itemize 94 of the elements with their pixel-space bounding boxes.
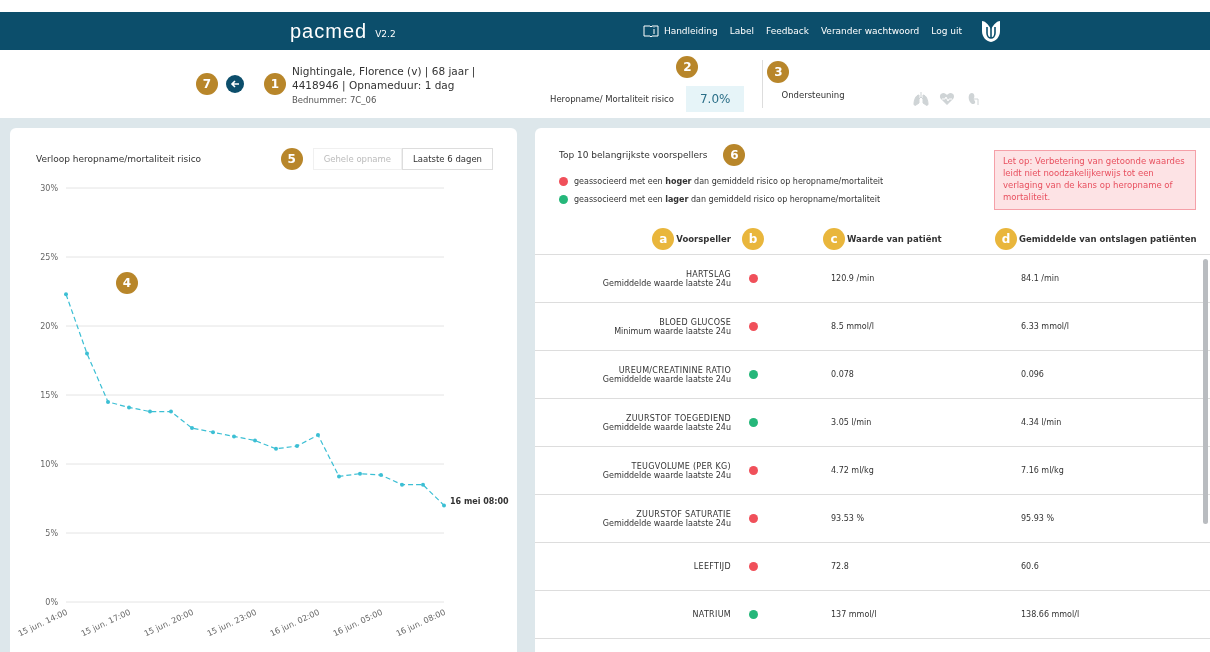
data-point	[400, 482, 404, 487]
column-header: Waarde van patiënt	[847, 234, 942, 244]
point-label: 16 mei 08:00	[450, 497, 509, 507]
predictor-name: NATRIUM	[692, 610, 731, 619]
warning-message: Let op: Verbetering van getoonde waardes leidt niet noodzakelijkerwijs tot een verlaging van de kans op heropname of mortaliteit.	[994, 150, 1196, 210]
table-cell-text: 137 mmol/l	[830, 610, 878, 619]
table-cell-text: 120.9 /min	[830, 274, 876, 283]
axis-label: 20%	[40, 322, 58, 331]
table-cell-text: 93.53 %	[830, 514, 866, 523]
table-cell-text: 0.096	[1020, 370, 1045, 379]
annotation-badge: d	[995, 228, 1017, 250]
data-point	[85, 351, 89, 356]
range-tab[interactable]: Laatste 6 dagen	[402, 148, 493, 170]
annotation-badge: 3	[767, 61, 790, 83]
axis-label: 5%	[45, 529, 58, 538]
bed-number: Bednummer: 7C_06	[292, 94, 378, 105]
risk-value: 7.0%	[685, 86, 745, 112]
data-point	[274, 446, 278, 451]
nav-link[interactable]: Label	[729, 26, 755, 36]
data-point	[295, 444, 299, 449]
data-point	[232, 434, 236, 439]
predictor-detail: Gemiddelde waarde laatste 24u	[602, 374, 731, 384]
column-header: Voorspeller	[676, 234, 731, 244]
scrollbar[interactable]	[1203, 259, 1208, 524]
data-point	[253, 438, 257, 443]
data-point	[211, 430, 215, 435]
nav-link[interactable]: Log uit	[931, 26, 962, 36]
back-button[interactable]	[226, 75, 244, 93]
axis-label: 10%	[40, 460, 58, 469]
data-point	[442, 503, 446, 508]
predictor-detail: Gemiddelde waarde laatste 24u	[602, 470, 731, 480]
predictor-name: ZUURSTOF SATURATIE	[636, 509, 731, 519]
annotation-badge: a	[652, 228, 675, 250]
table-cell-text: 8.5 mmol/l	[830, 322, 875, 331]
data-point	[169, 409, 173, 414]
data-point	[421, 482, 425, 487]
logo: pacmed	[290, 19, 368, 43]
support-label: Ondersteuning	[781, 90, 845, 100]
data-point	[316, 433, 320, 437]
data-point	[106, 399, 110, 404]
predictor-name: BLOED GLUCOSE	[659, 317, 731, 327]
table-cell-text: 95.93 %	[1020, 514, 1056, 523]
table-cell-text: 6.33 mmol/l	[1020, 322, 1070, 331]
axis-label: 25%	[40, 253, 58, 262]
table-cell-text: 138.66 mmol/l	[1020, 610, 1081, 619]
axis-label: 0%	[45, 598, 58, 607]
arrow-left-icon	[230, 79, 240, 89]
legend-text: geassocieerd met een lager dan gemiddeld risico op heropname/mortaliteit	[574, 195, 881, 204]
version-label: V2.2	[375, 29, 396, 39]
nav-link[interactable]: Handleiding	[642, 25, 718, 37]
table-cell-text: 72.8	[830, 562, 850, 571]
predictor-name: UREUM/CREATININE RATIO	[618, 365, 731, 375]
column-header: Gemiddelde van ontslagen patiënten	[1019, 234, 1197, 244]
legend-text: geassocieerd met een hoger dan gemiddeld risico op heropname/mortaliteit	[574, 177, 884, 186]
data-point	[358, 471, 362, 476]
axis-label: 30%	[40, 184, 58, 193]
data-point	[148, 409, 152, 414]
predictor-name: TEUGVOLUME (PER KG)	[631, 461, 731, 471]
predictor-name: LEEFTIJD	[693, 562, 731, 571]
table-cell-text: 0.078	[830, 370, 855, 379]
card-title: Verloop heropname/mortaliteit risico	[36, 154, 202, 164]
annotation-badge: 4	[116, 272, 138, 294]
data-point	[64, 292, 68, 297]
axis-label: 15%	[40, 391, 58, 400]
data-point	[379, 473, 383, 478]
annotation-badge: 7	[196, 73, 218, 95]
predictor-detail: Gemiddelde waarde laatste 24u	[602, 518, 731, 528]
annotation-badge: 1	[264, 73, 286, 95]
annotation-badge: 6	[723, 144, 746, 166]
book-icon	[642, 25, 659, 37]
predictor-name: ZUURSTOF TOEGEDIEND	[625, 413, 731, 423]
table-cell-text: 3.05 l/min	[830, 418, 873, 427]
predictor-name: HARTSLAG	[686, 269, 731, 279]
data-point	[127, 405, 131, 410]
predictor-detail: Gemiddelde waarde laatste 24u	[602, 278, 731, 288]
annotation-badge: b	[742, 228, 764, 250]
predictor-detail: Minimum waarde laatste 24u	[614, 326, 731, 336]
annotation-badge: 5	[280, 148, 303, 170]
table-cell-text: 4.34 l/min	[1020, 418, 1063, 427]
tulip-logo-icon	[980, 19, 1002, 43]
annotation-badge: c	[823, 228, 845, 250]
nav-link[interactable]: Feedback	[766, 26, 809, 36]
nav-link[interactable]: Verander wachtwoord	[820, 26, 920, 36]
patient-name: Nightingale, Florence (v) | 68 jaar | 4418946 | Opnameduur: 1 dag	[292, 63, 477, 92]
table-cell-text: 84.1 /min	[1020, 274, 1061, 283]
data-point	[337, 474, 341, 479]
annotation-badge: 2	[676, 56, 699, 78]
table-cell-text: 60.6	[1020, 562, 1040, 571]
card-title: Top 10 belangrijkste voorspellers	[559, 150, 708, 160]
risk-label: Heropname/ Mortaliteit risico	[550, 94, 674, 104]
table-cell-text: 7.16 ml/kg	[1020, 466, 1065, 475]
table-cell-text: 4.72 ml/kg	[830, 466, 875, 475]
data-point	[190, 426, 194, 431]
predictor-detail: Gemiddelde waarde laatste 24u	[602, 422, 731, 432]
